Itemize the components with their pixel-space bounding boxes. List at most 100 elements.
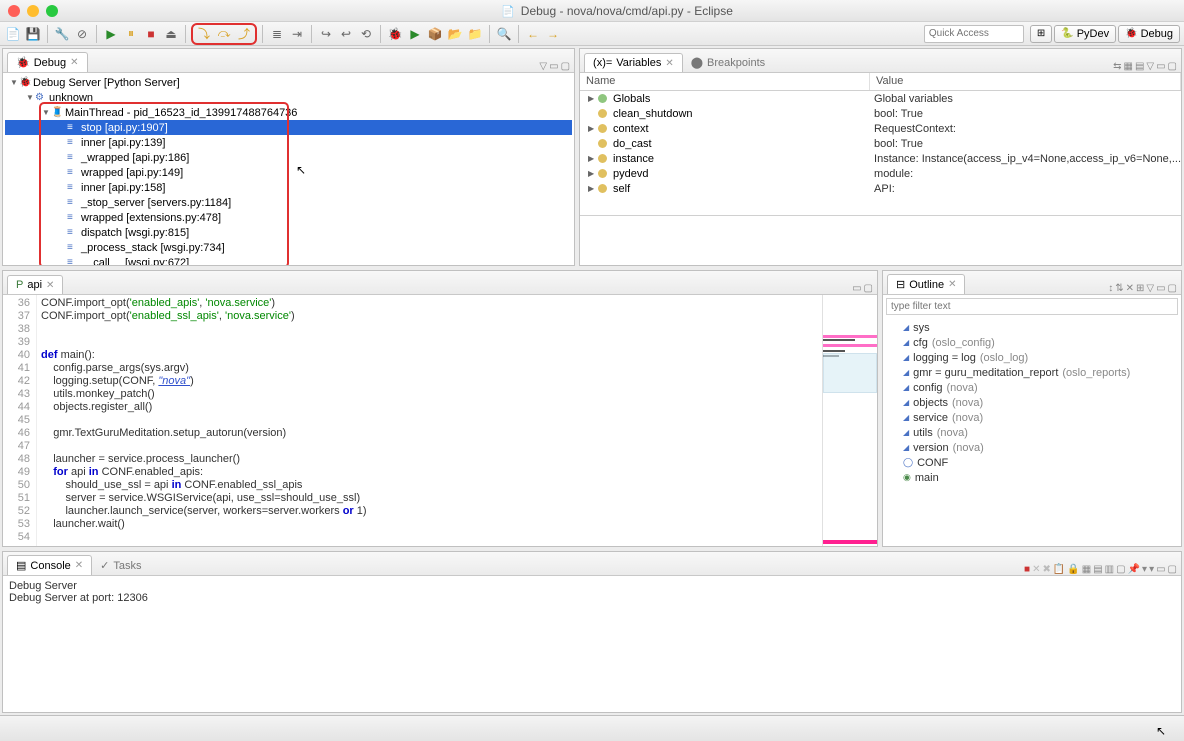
tab-debug[interactable]: 🐞 Debug ✕ <box>7 52 88 72</box>
console-output[interactable]: Debug Server Debug Server at port: 12306 <box>3 576 1181 712</box>
variable-row[interactable]: ▶instanceInstance: Instance(access_ip_v4… <box>580 151 1181 166</box>
tool-d-icon[interactable]: 📂 <box>446 25 464 43</box>
minimize-icon[interactable]: ▭ <box>549 61 558 72</box>
minimize-icon[interactable]: ▭ <box>1156 564 1165 575</box>
debug-config-icon[interactable]: 🐞 <box>386 25 404 43</box>
maximize-icon[interactable]: ▢ <box>864 283 873 294</box>
editor-overview-ruler[interactable] <box>822 295 877 546</box>
display-selected-icon[interactable]: ▾ <box>1142 564 1147 575</box>
remove-all-icon[interactable]: ✖ <box>1042 564 1050 575</box>
skip-breakpoints-icon[interactable]: ⊘ <box>73 25 91 43</box>
minimize-icon[interactable]: ▭ <box>1156 283 1165 294</box>
tab-variables[interactable]: (x)= Variables ✕ <box>584 53 683 72</box>
tool-icon[interactable]: 🔧 <box>53 25 71 43</box>
tool-icon[interactable]: ▦ <box>1123 61 1132 72</box>
view-menu-icon[interactable]: ▽ <box>1146 283 1154 294</box>
tool-icon[interactable]: ▤ <box>1135 61 1144 72</box>
debug-stack-tree[interactable]: ▼🐞Debug Server [Python Server]▼⚙unknown▼… <box>3 73 574 265</box>
editor-code-area[interactable]: CONF.import_opt('enabled_apis', 'nova.se… <box>37 295 822 546</box>
perspective-pydev[interactable]: 🐍 PyDev <box>1054 25 1116 43</box>
outline-item[interactable]: ◉main <box>889 470 1175 485</box>
tab-outline[interactable]: ⊟ Outline ✕ <box>887 274 965 294</box>
window-close-icon[interactable] <box>8 5 20 17</box>
variables-rows[interactable]: ▶GlobalsGlobal variablesclean_shutdownbo… <box>580 91 1181 196</box>
maximize-icon[interactable]: ▢ <box>561 61 570 72</box>
tab-console[interactable]: ▤ Console ✕ <box>7 555 92 575</box>
maximize-icon[interactable]: ▢ <box>1168 283 1177 294</box>
view-menu-icon[interactable]: ▽ <box>539 61 547 72</box>
outline-item[interactable]: ◢utils (nova) <box>889 425 1175 440</box>
close-icon[interactable]: ✕ <box>665 58 673 69</box>
outline-item[interactable]: ◯CONF <box>889 455 1175 470</box>
close-icon[interactable]: ✕ <box>70 57 78 68</box>
variable-row[interactable]: ▶contextRequestContext: <box>580 121 1181 136</box>
tool-icon[interactable]: ⇅ <box>1115 283 1123 294</box>
sort-icon[interactable]: ↕ <box>1108 283 1113 294</box>
variable-row[interactable]: ▶selfAPI: <box>580 181 1181 196</box>
new-icon[interactable]: 📄 <box>4 25 22 43</box>
stack-frame-row[interactable]: ▼🧵MainThread - pid_16523_id_139917488764… <box>5 105 572 120</box>
remove-icon[interactable]: ✕ <box>1032 564 1040 575</box>
stack-frame-row[interactable]: ≡inner [api.py:139] <box>5 135 572 150</box>
window-minimize-icon[interactable] <box>27 5 39 17</box>
maximize-icon[interactable]: ▢ <box>1168 61 1177 72</box>
minimize-icon[interactable]: ▭ <box>852 283 861 294</box>
ext-tools-icon[interactable]: 📦 <box>426 25 444 43</box>
editor-gutter[interactable]: 36373839404142434445464748495051525354 <box>3 295 37 546</box>
stack-frame-row[interactable]: ≡wrapped [extensions.py:478] <box>5 210 572 225</box>
tool-icon[interactable]: ▥ <box>1105 564 1114 575</box>
open-perspective-button[interactable]: ⊞ <box>1030 25 1052 43</box>
tool-icon[interactable]: ⊞ <box>1136 283 1144 294</box>
run-config-icon[interactable]: ▶ <box>406 25 424 43</box>
drop-frame-icon[interactable]: ≣ <box>268 25 286 43</box>
perspective-debug[interactable]: 🐞 Debug <box>1118 25 1180 43</box>
tool-icon[interactable]: ▦ <box>1082 564 1091 575</box>
stack-frame-row[interactable]: ▼🐞Debug Server [Python Server] <box>5 75 572 90</box>
maximize-icon[interactable]: ▢ <box>1168 564 1177 575</box>
forward-icon[interactable]: → <box>544 25 562 43</box>
quick-access-input[interactable] <box>924 25 1024 43</box>
variable-row[interactable]: ▶pydevdmodule: <box>580 166 1181 181</box>
window-maximize-icon[interactable] <box>46 5 58 17</box>
tab-breakpoints[interactable]: ⬤ Breakpoints <box>683 53 773 72</box>
outline-item[interactable]: ◢sys <box>889 320 1175 335</box>
search-icon[interactable]: 🔍 <box>495 25 513 43</box>
stack-frame-row[interactable]: ▼⚙unknown <box>5 90 572 105</box>
tool-icon[interactable]: ⇆ <box>1113 61 1121 72</box>
back-icon[interactable]: ← <box>524 25 542 43</box>
open-console-icon[interactable]: ▾ <box>1149 564 1154 575</box>
outline-item[interactable]: ◢logging = log (oslo_log) <box>889 350 1175 365</box>
variable-row[interactable]: do_castbool: True <box>580 136 1181 151</box>
step-over-icon[interactable]: ⤼ <box>215 25 233 43</box>
step-return-icon[interactable]: ⤴ <box>235 25 253 43</box>
resume-icon[interactable]: ▶ <box>102 25 120 43</box>
stack-frame-row[interactable]: ≡_process_stack [wsgi.py:734] <box>5 240 572 255</box>
outline-item[interactable]: ◢version (nova) <box>889 440 1175 455</box>
tool-a-icon[interactable]: ↪ <box>317 25 335 43</box>
tool-icon[interactable]: ▤ <box>1093 564 1102 575</box>
stack-frame-row[interactable]: ≡wrapped [api.py:149] <box>5 165 572 180</box>
outline-item[interactable]: ◢cfg (oslo_config) <box>889 335 1175 350</box>
scroll-lock-icon[interactable]: 🔒 <box>1067 564 1079 575</box>
minimize-icon[interactable]: ▭ <box>1156 61 1165 72</box>
stack-frame-row[interactable]: ≡_wrapped [api.py:186] <box>5 150 572 165</box>
col-value-header[interactable]: Value <box>870 73 1181 90</box>
stack-frame-row[interactable]: ≡stop [api.py:1907] <box>5 120 572 135</box>
pause-icon[interactable]: ⏸ <box>122 25 140 43</box>
tool-c-icon[interactable]: ⟲ <box>357 25 375 43</box>
variable-row[interactable]: ▶GlobalsGlobal variables <box>580 91 1181 106</box>
close-icon[interactable]: ✕ <box>948 279 956 290</box>
disconnect-icon[interactable]: ⏏ <box>162 25 180 43</box>
save-icon[interactable]: 💾 <box>24 25 42 43</box>
tool-b-icon[interactable]: ↩ <box>337 25 355 43</box>
tool-e-icon[interactable]: 📁 <box>466 25 484 43</box>
variable-row[interactable]: clean_shutdownbool: True <box>580 106 1181 121</box>
tool-icon[interactable]: 📋 <box>1053 564 1065 575</box>
tab-editor-api[interactable]: P api ✕ <box>7 275 63 294</box>
outline-item[interactable]: ◢objects (nova) <box>889 395 1175 410</box>
stack-frame-row[interactable]: ≡inner [api.py:158] <box>5 180 572 195</box>
terminate-icon[interactable]: ■ <box>142 25 160 43</box>
tool-icon[interactable]: ▢ <box>1116 564 1125 575</box>
tab-tasks[interactable]: ✓ Tasks <box>92 556 149 575</box>
stack-frame-row[interactable]: ≡_stop_server [servers.py:1184] <box>5 195 572 210</box>
